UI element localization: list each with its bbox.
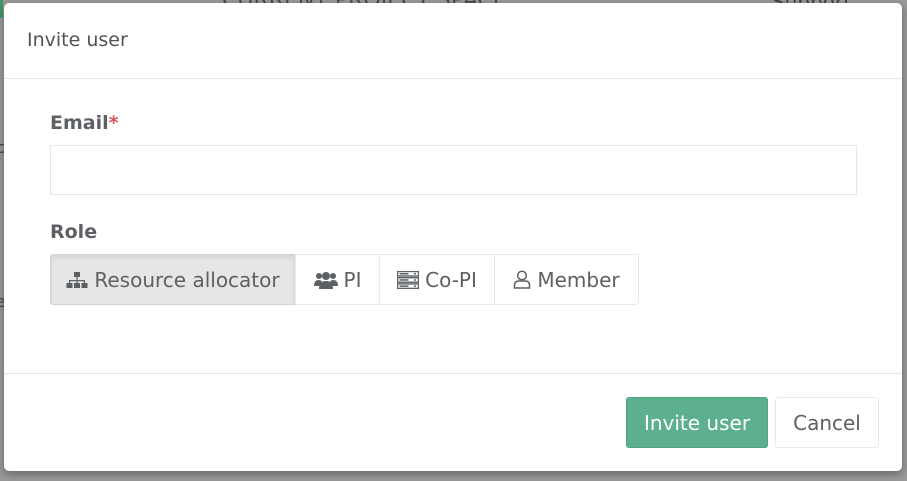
role-option-label: Resource allocator [94,267,280,292]
email-label: Email* [50,112,119,134]
role-option-label: Member [537,267,620,292]
invite-user-dialog: Invite user Email* Role Resource allocat… [4,3,902,471]
role-option-label: PI [343,267,362,292]
dialog-title: Invite user [27,29,128,51]
email-field[interactable] [50,145,857,195]
role-option-member[interactable]: Member [494,254,639,305]
role-option-resource-allocator[interactable]: Resource allocator [50,254,296,305]
background-accent [0,0,3,18]
dialog-footer: Invite user Cancel [4,373,902,471]
cancel-button[interactable]: Cancel [775,397,879,448]
users-icon [313,271,338,289]
role-label: Role [50,221,98,243]
role-selector: Resource allocator PI Co-PI Member [50,254,639,305]
dialog-body: Email* Role Resource allocator PI Co-PI … [4,79,902,373]
sitemap-icon [66,271,88,289]
required-marker: * [108,112,119,134]
server-icon [397,270,420,289]
dialog-header: Invite user [4,3,902,79]
role-option-pi[interactable]: PI [295,254,380,305]
invite-user-button[interactable]: Invite user [626,397,768,448]
role-option-co-pi[interactable]: Co-PI [379,254,495,305]
role-option-label: Co-PI [425,267,477,292]
user-outline-icon [513,270,531,289]
email-label-text: Email [50,112,109,134]
